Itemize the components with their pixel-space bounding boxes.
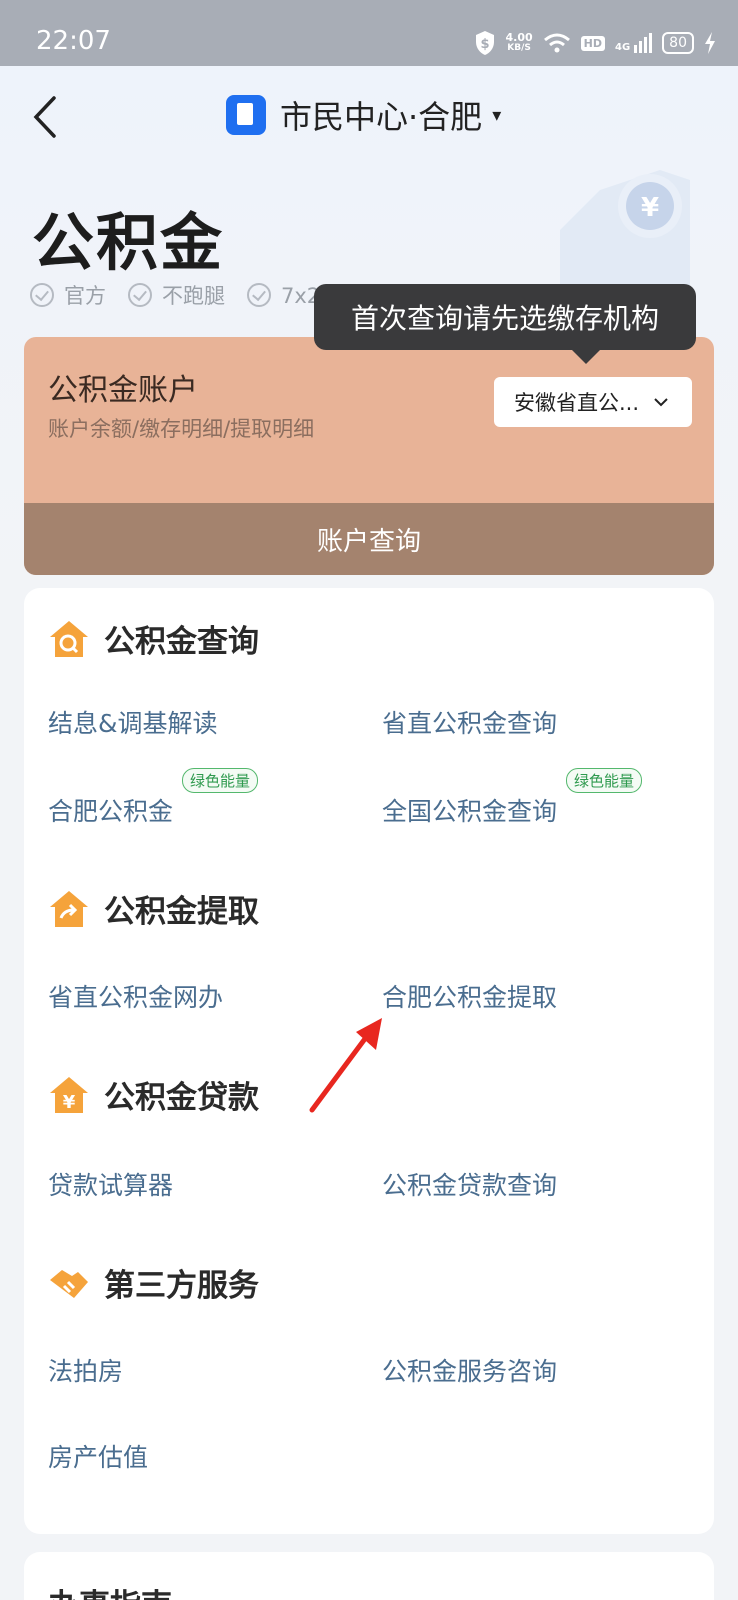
link-service-consult[interactable]: 公积金服务咨询	[382, 1352, 557, 1388]
section-loan-title: 公积金贷款	[104, 1080, 259, 1116]
link-interest-adjust[interactable]: 结息&调基解读	[48, 704, 218, 740]
link-property-valuation[interactable]: 房产估值	[48, 1438, 148, 1474]
green-energy-badge: 绿色能量	[182, 768, 259, 793]
net-speed: 4.00 KB/S	[505, 31, 533, 53]
annotation-arrow-icon	[309, 1018, 382, 1113]
link-provincial-query[interactable]: 省直公积金查询	[382, 704, 557, 740]
house-yen-icon: ¥	[50, 1076, 88, 1113]
house-arrow-icon	[50, 890, 88, 927]
back-button[interactable]	[26, 92, 66, 142]
tag-no-visit: 不跑腿	[128, 280, 225, 310]
status-time: 22:07	[36, 26, 111, 56]
section-third-header: 第三方服务	[48, 1260, 259, 1305]
check-circle-icon	[128, 283, 152, 307]
house-search-icon	[50, 620, 88, 657]
tooltip: 首次查询请先选缴存机构	[314, 284, 696, 364]
chevron-down-icon	[654, 398, 668, 407]
net-speed-unit: KB/S	[507, 43, 531, 53]
tag-label: 不跑腿	[162, 284, 225, 308]
link-hefei-fund[interactable]: 合肥公积金	[48, 792, 173, 828]
link-loan-calculator[interactable]: 贷款试算器	[48, 1166, 173, 1202]
account-card: 公积金账户 账户余额/缴存明细/提取明细 安徽省直公... 账户查询	[24, 337, 714, 575]
link-hefei-withdraw[interactable]: 合肥公积金提取	[382, 978, 557, 1014]
check-circle-icon	[247, 283, 271, 307]
nav-title: 市民中心·合肥	[280, 98, 483, 136]
green-energy-badge: 绿色能量	[566, 768, 643, 793]
section-withdraw-title: 公积金提取	[104, 894, 259, 930]
svg-text:¥: ¥	[641, 193, 659, 223]
page-title: 公积金	[32, 206, 225, 279]
city-selector[interactable]: 市民中心·合肥 ▾	[226, 92, 501, 138]
account-title: 公积金账户	[48, 373, 198, 408]
link-national-query[interactable]: 全国公积金查询	[382, 792, 557, 828]
check-circle-icon	[30, 283, 54, 307]
svg-text:$: $	[480, 37, 489, 52]
tag-label: 官方	[64, 284, 106, 308]
caret-down-icon: ▾	[492, 104, 502, 126]
signal-label: 4G	[615, 42, 631, 53]
status-icons: $ 4.00 KB/S HD 4G 80	[474, 30, 716, 56]
section-query-title: 公积金查询	[104, 624, 259, 660]
org-select-value: 安徽省直公...	[514, 391, 640, 415]
link-provincial-online[interactable]: 省直公积金网办	[48, 978, 223, 1014]
section-query-header: 公积金查询	[48, 616, 259, 661]
status-bar: 22:07 $ 4.00 KB/S HD 4G 80	[0, 0, 738, 66]
link-loan-query[interactable]: 公积金贷款查询	[382, 1166, 557, 1202]
section-third-title: 第三方服务	[104, 1268, 259, 1304]
app-logo-icon	[226, 95, 266, 135]
charging-icon	[705, 32, 715, 54]
shield-icon: $	[475, 31, 494, 55]
link-auction-house[interactable]: 法拍房	[48, 1352, 123, 1388]
account-subtitle: 账户余额/缴存明细/提取明细	[48, 417, 315, 441]
account-query-button[interactable]: 账户查询	[24, 503, 714, 575]
section-loan-header: ¥ 公积金贷款	[48, 1072, 259, 1117]
battery-indicator: 80	[662, 32, 694, 54]
guide-card: 办事指南	[24, 1552, 714, 1600]
guide-title: 办事指南	[48, 1580, 172, 1600]
handshake-icon	[50, 1269, 88, 1298]
wifi-icon	[543, 33, 570, 53]
tag-official: 官方	[30, 280, 106, 310]
signal-icon: 4G	[615, 33, 653, 53]
chevron-left-icon	[33, 96, 56, 138]
svg-text:¥: ¥	[63, 1092, 76, 1113]
net-speed-value: 4.00	[505, 31, 533, 44]
org-select-dropdown[interactable]: 安徽省直公...	[494, 377, 692, 427]
hd-badge: HD	[580, 35, 605, 51]
section-withdraw-header: 公积金提取	[48, 886, 259, 931]
